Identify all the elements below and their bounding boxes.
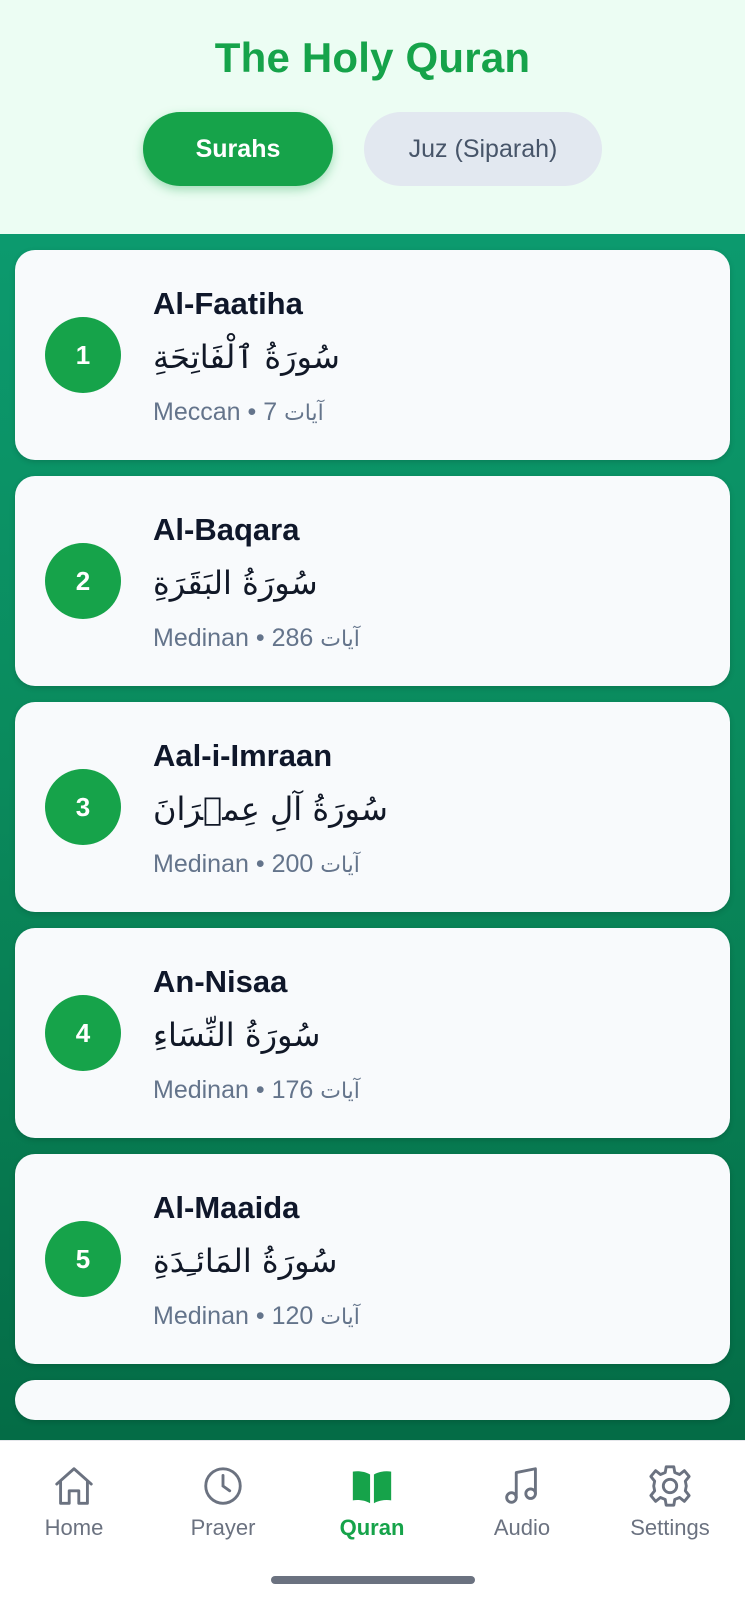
nav-prayer[interactable]: Prayer: [153, 1463, 293, 1553]
separator-dot: •: [255, 624, 265, 652]
surah-number-badge: 2: [45, 543, 121, 619]
surah-arabic-name: سُورَةُ البَقَرَةِ: [153, 564, 318, 602]
surah-card[interactable]: 4 An-Nisaa سُورَةُ النِّسَاءِ Medinan • …: [15, 928, 730, 1138]
revelation-type: Medinan: [153, 1302, 249, 1330]
ayat-word: آيات: [284, 401, 324, 426]
ayat-word: آيات: [320, 1079, 360, 1104]
surah-arabic-name: سُورَةُ ٱلْفَاتِحَةِ: [153, 338, 340, 376]
surah-meta: Medinan • 176 آيات: [153, 1076, 360, 1105]
surah-name: An-Nisaa: [153, 964, 288, 999]
nav-settings-label: Settings: [630, 1515, 710, 1540]
surah-number-badge: 4: [45, 995, 121, 1071]
app-header: The Holy Quran Surahs Juz (Siparah): [0, 0, 745, 234]
surah-card[interactable]: 3 Aal-i-Imraan سُورَةُ آلِ عِمۡرَانَ Med…: [15, 702, 730, 912]
ayat-count: 176: [271, 1076, 314, 1104]
ayat-count: 286: [271, 624, 314, 652]
surah-number-badge: 3: [45, 769, 121, 845]
nav-home[interactable]: Home: [4, 1463, 144, 1553]
surah-arabic-name: سُورَةُ آلِ عِمۡرَانَ: [153, 790, 388, 828]
ayat-count: 7: [263, 398, 278, 426]
surah-card[interactable]: 5 Al-Maaida سُورَةُ المَائـِدَةِ Medinan…: [15, 1154, 730, 1364]
separator-dot: •: [255, 850, 265, 878]
revelation-type: Medinan: [153, 624, 249, 652]
clock-icon: [204, 1467, 242, 1505]
surah-meta: Meccan • 7 آيات: [153, 398, 324, 427]
music-note-icon: [505, 1467, 537, 1504]
separator-dot: •: [255, 1076, 265, 1104]
revelation-type: Meccan: [153, 398, 241, 426]
page-title: The Holy Quran: [214, 34, 531, 81]
nav-audio[interactable]: Audio: [452, 1463, 592, 1553]
book-icon: [352, 1471, 392, 1504]
ayat-word: آيات: [320, 627, 360, 652]
surah-arabic-name: سُورَةُ المَائـِدَةِ: [153, 1242, 338, 1280]
surah-name: Aal-i-Imraan: [153, 738, 333, 773]
home-icon: [55, 1467, 93, 1505]
surah-card-partial[interactable]: [15, 1380, 730, 1420]
surah-card[interactable]: 2 Al-Baqara سُورَةُ البَقَرَةِ Medinan •…: [15, 476, 730, 686]
surah-card[interactable]: 1 Al-Faatiha سُورَةُ ٱلْفَاتِحَةِ Meccan…: [15, 250, 730, 460]
surah-arabic-name: سُورَةُ النِّسَاءِ: [153, 1016, 321, 1054]
nav-quran-label: Quran: [339, 1515, 405, 1540]
surah-number-badge: 5: [45, 1221, 121, 1297]
tab-juz[interactable]: Juz (Siparah): [364, 112, 602, 186]
separator-dot: •: [247, 398, 257, 426]
ayat-word: آيات: [320, 1305, 360, 1330]
surah-meta: Medinan • 120 آيات: [153, 1302, 360, 1331]
surah-list[interactable]: 1 Al-Faatiha سُورَةُ ٱلْفَاتِحَةِ Meccan…: [0, 234, 745, 1440]
nav-audio-label: Audio: [493, 1515, 551, 1540]
surah-meta: Medinan • 286 آيات: [153, 624, 360, 653]
gear-icon: [649, 1465, 691, 1507]
revelation-type: Medinan: [153, 1076, 249, 1104]
surah-meta: Medinan • 200 آيات: [153, 850, 360, 879]
surah-name: Al-Maaida: [153, 1190, 300, 1225]
ayat-word: آيات: [320, 853, 360, 878]
revelation-type: Medinan: [153, 850, 249, 878]
surah-name: Al-Baqara: [153, 512, 300, 547]
nav-home-label: Home: [44, 1515, 104, 1540]
nav-prayer-label: Prayer: [190, 1515, 256, 1540]
nav-settings[interactable]: Settings: [600, 1463, 740, 1553]
home-indicator[interactable]: [271, 1576, 475, 1584]
ayat-count: 200: [271, 850, 314, 878]
surah-name: Al-Faatiha: [153, 286, 303, 321]
ayat-count: 120: [271, 1302, 314, 1330]
separator-dot: •: [255, 1302, 265, 1330]
surah-number-badge: 1: [45, 317, 121, 393]
nav-quran[interactable]: Quran: [302, 1463, 442, 1553]
tab-surahs[interactable]: Surahs: [143, 112, 333, 186]
